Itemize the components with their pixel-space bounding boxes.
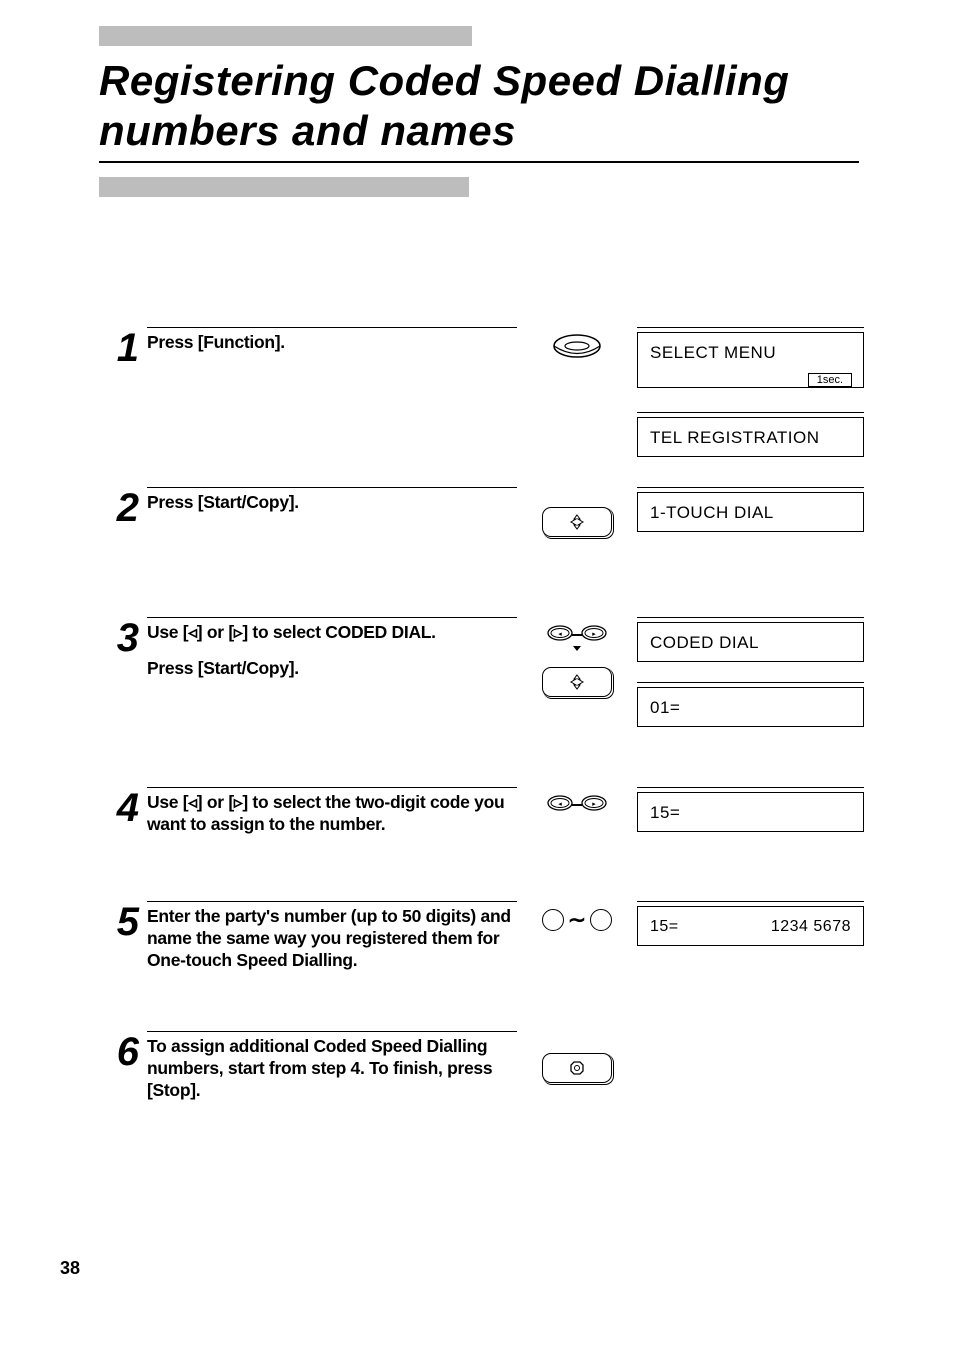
lcd-display: 1-TOUCH DIAL [637,492,864,532]
lcd-display: TEL REGISTRATION [637,417,864,457]
svg-text:▸: ▸ [592,801,596,808]
timer-badge: 1sec. [808,373,852,387]
lcd-display: 01= [637,687,864,727]
svg-text:◂: ◂ [558,631,562,638]
title-underline [99,161,859,163]
step-6: 6 To assign additional Coded Speed Diall… [99,1031,864,1102]
step-5: 5 Enter the party's number (up to 50 dig… [99,901,864,972]
decorative-bar-top [99,26,472,46]
step-number: 2 [99,493,139,523]
page-number: 38 [60,1258,80,1279]
start-copy-button-icon [542,507,612,537]
function-button-icon [552,333,602,359]
step-text: Use [◃] or [▹] to select CODED DIAL. Pre… [147,622,517,680]
step-4: 4 Use [◃] or [▹] to select the two-digit… [99,787,864,836]
step-number: 1 [99,333,139,363]
svg-text:▸: ▸ [592,631,596,638]
lcd-display: 15= 1234 5678 [637,906,864,946]
step-number: 6 [99,1037,139,1067]
svg-text:◂: ◂ [558,801,562,808]
lcd-display: CODED DIAL [637,622,864,662]
step-number: 3 [99,623,139,653]
arrow-buttons-icon: ◂ ▸ [546,793,608,813]
start-copy-button-icon [542,667,612,697]
decorative-bar-sub [99,177,469,197]
step-text: To assign additional Coded Speed Diallin… [147,1036,517,1102]
stop-button-icon [542,1053,612,1083]
step-1: 1 Press [Function]. SELECT MENU [99,327,864,457]
display-rule [637,327,864,328]
step-number: 4 [99,793,139,823]
step-text: Use [◃] or [▹] to select the two-digit c… [147,792,517,836]
step-number: 5 [99,907,139,937]
step-rule [147,327,517,328]
step-text: Press [Function]. [147,332,517,354]
lcd-display: 15= [637,792,864,832]
arrow-buttons-icon: ◂ ▸ [546,623,608,653]
step-text: Enter the party's number (up to 50 digit… [147,906,517,972]
page-title: Registering Coded Speed Dialling numbers… [99,56,864,155]
keypad-range-icon: ∼ [542,907,612,933]
step-3: 3 Use [◃] or [▹] to select CODED DIAL. P… [99,617,864,727]
step-2: 2 Press [Start/Copy]. 1-TOUCH DIAL [99,487,864,537]
display-rule [637,412,864,413]
step-text: Press [Start/Copy]. [147,492,517,514]
